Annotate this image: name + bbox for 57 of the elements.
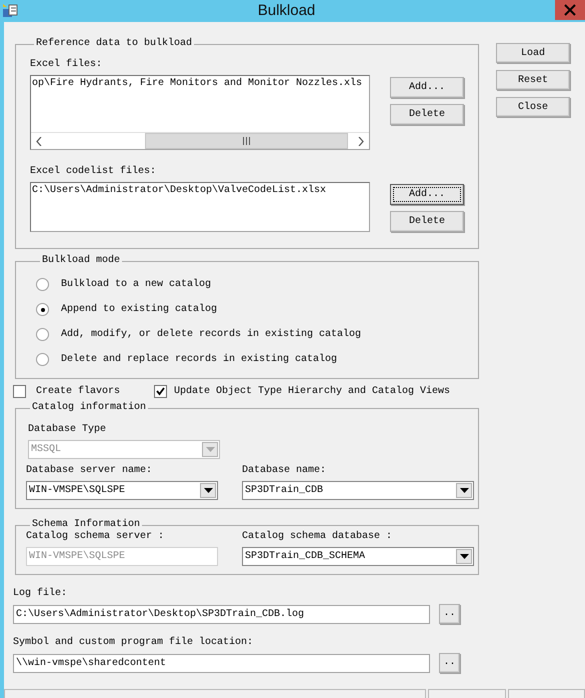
group-title: Catalog information [31, 402, 148, 414]
check-icon [156, 386, 166, 396]
field-label: Excel codelist files: [30, 166, 158, 178]
checkbox[interactable] [13, 384, 26, 398]
dropdown-arrow-icon [206, 447, 214, 452]
horizontal-scrollbar[interactable] [31, 132, 369, 149]
group-title: Schema Information [31, 519, 142, 530]
app-icon [2, 3, 18, 19]
field-label: Database server name: [26, 465, 154, 477]
option-label: Add, modify, or delete records in existing catalog [61, 329, 362, 340]
button[interactable]: .. [439, 604, 460, 624]
text-field: WIN-VMSPE\SQLSPE [26, 547, 218, 566]
dropdown-arrow-icon [460, 554, 468, 559]
close-icon [564, 4, 576, 16]
button[interactable]: Delete [390, 211, 464, 232]
checkbox-label: Update Object Type Hierarchy and Catalog Views [174, 386, 450, 396]
field-label: Catalog schema database : [242, 531, 394, 543]
checkbox-label: Create flavors [36, 386, 120, 396]
option-label: Delete and replace records in existing catalog [61, 354, 338, 365]
field-label: Excel files: [30, 59, 104, 71]
radio-button[interactable] [36, 278, 49, 291]
field-label: Database Type [28, 424, 108, 436]
button[interactable]: Add... [390, 77, 464, 98]
field-label: Catalog schema server : [26, 531, 166, 543]
dropdown[interactable]: WIN-VMSPE\SQLSPE [26, 481, 218, 500]
text-field[interactable]: C:\Users\Administrator\Desktop\SP3DTrain_CDB.log [13, 604, 430, 624]
list-item[interactable]: op\Fire Hydrants, Fire Monitors and Monitor Nozzles.xls [32, 78, 368, 90]
field-label: Symbol and custom program file location: [13, 637, 254, 649]
dropdown[interactable]: SP3DTrain_CDB_SCHEMA [242, 547, 474, 566]
radio-button[interactable] [36, 328, 49, 341]
file-list[interactable]: op\Fire Hydrants, Fire Monitors and Monitor Nozzles.xls [30, 75, 370, 150]
dropdown-arrow-icon [460, 488, 468, 493]
list-item[interactable]: C:\Users\Administrator\Desktop\ValveCodeList.xlsx [32, 185, 368, 197]
option-label: Append to existing catalog [61, 304, 218, 315]
radio-button[interactable] [36, 303, 49, 316]
field-label: Log file: [13, 588, 68, 600]
scroll-thumb[interactable] [145, 133, 348, 149]
button[interactable]: Reset [496, 70, 570, 90]
file-list[interactable]: C:\Users\Administrator\Desktop\ValveCodeList.xlsx [30, 182, 370, 232]
dropdown[interactable]: SP3DTrain_CDB [242, 481, 474, 500]
dropdown: MSSQL [28, 440, 220, 459]
field-label: Database name: [242, 465, 328, 477]
button[interactable]: Add... [390, 184, 464, 205]
window-title: Bulkload [256, 1, 316, 21]
button[interactable]: Close [496, 97, 570, 117]
button[interactable]: Load [496, 43, 570, 63]
button[interactable]: .. [439, 653, 460, 673]
button[interactable]: Delete [390, 104, 464, 125]
close-button[interactable] [555, 0, 585, 20]
radio-button[interactable] [36, 353, 49, 366]
text-field[interactable]: \\win-vmspe\sharedcontent [13, 654, 430, 672]
checkbox[interactable] [154, 384, 168, 398]
group-title: Bulkload mode [41, 255, 122, 267]
group-title: Reference data to bulkload [35, 38, 194, 50]
dropdown-arrow-icon [204, 488, 212, 493]
grip-icon [242, 137, 250, 145]
option-label: Bulkload to a new catalog [61, 279, 212, 290]
